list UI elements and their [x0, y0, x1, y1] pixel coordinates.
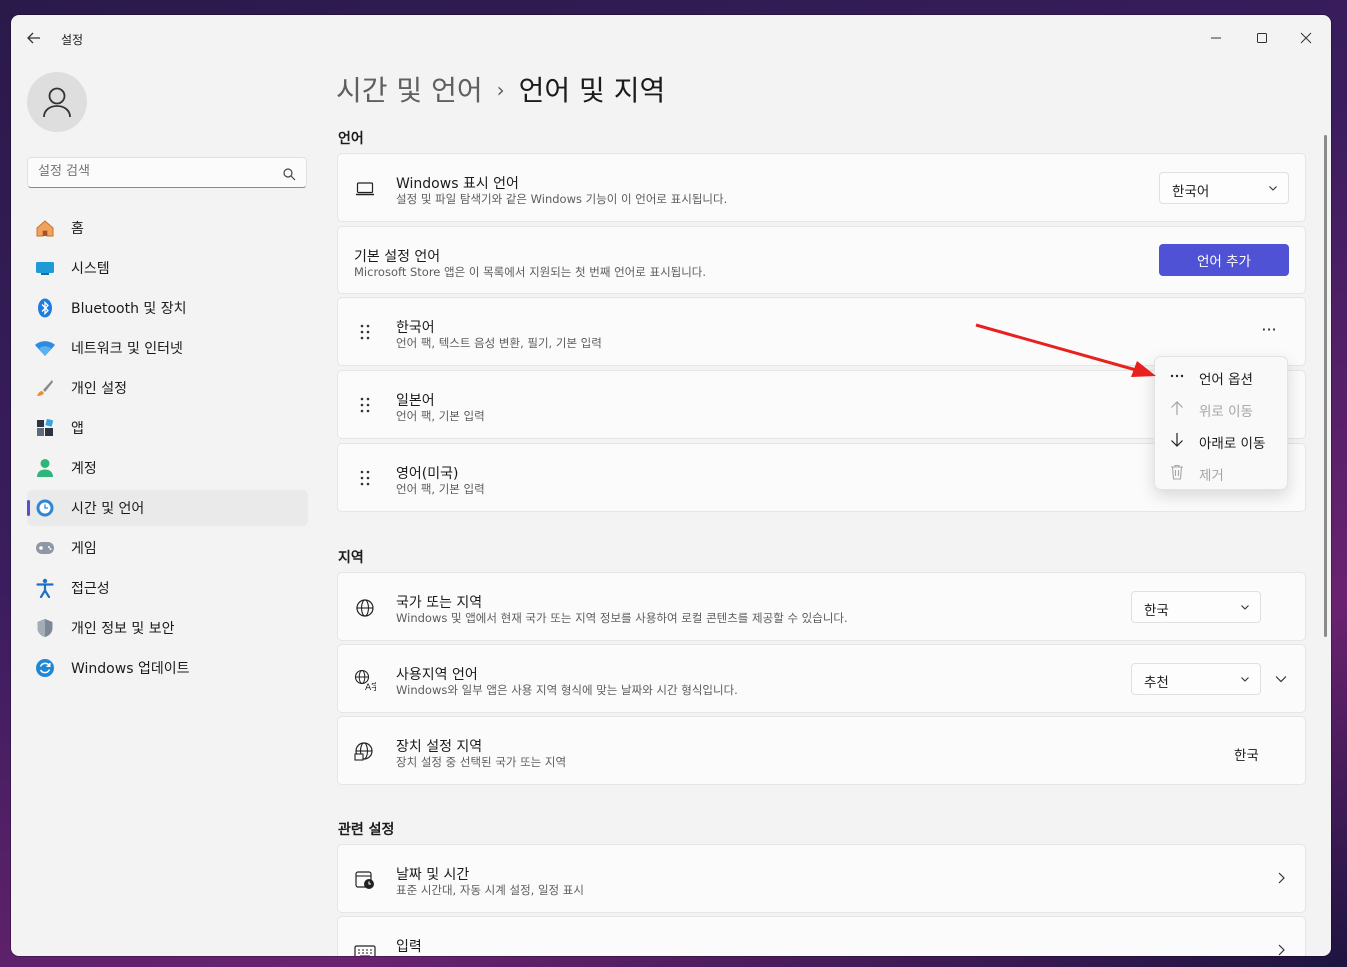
system-icon: [35, 258, 55, 278]
chevron-down-icon: [1241, 677, 1249, 682]
brush-icon: [35, 378, 55, 398]
sidebar-item-time-language[interactable]: 시간 및 언어: [27, 490, 308, 526]
time-language-icon: [35, 498, 55, 518]
country-dropdown[interactable]: 한국: [1131, 591, 1261, 623]
sidebar-item-system[interactable]: 시스템: [27, 250, 308, 286]
menu-item-move-up[interactable]: 위로 이동: [1159, 393, 1285, 423]
gamepad-icon: [35, 538, 55, 558]
settings-window: 설정 홈 시스템: [11, 15, 1331, 956]
title-bar: 설정: [11, 15, 1331, 61]
sidebar-item-personalization[interactable]: 개인 설정: [27, 370, 308, 406]
breadcrumb-separator: ›: [496, 78, 505, 102]
sidebar-nav: 홈 시스템 Bluetooth 및 장치 네트워크 및 인터넷 개인 설정 앱 …: [27, 210, 308, 690]
section-region-title: 지역: [338, 550, 364, 566]
update-icon: [35, 658, 55, 678]
bluetooth-icon: [35, 298, 55, 318]
chevron-down-icon: [1269, 186, 1277, 191]
shield-icon: [35, 618, 55, 638]
device-region-value: 한국: [1234, 748, 1259, 764]
sidebar-item-home[interactable]: 홈: [27, 210, 308, 246]
minimize-button[interactable]: [1193, 23, 1239, 53]
regional-format-card[interactable]: A字 사용지역 언어 Windows와 일부 앱은 사용 지역 형식에 맞는 날…: [337, 644, 1306, 713]
sidebar-item-accessibility[interactable]: 접근성: [27, 570, 308, 606]
regional-format-dropdown[interactable]: 추천: [1131, 663, 1261, 695]
avatar[interactable]: [27, 72, 87, 132]
drag-handle-icon[interactable]: [358, 323, 372, 341]
breadcrumb: 시간 및 언어 › 언어 및 지역: [336, 69, 665, 109]
menu-item-move-down[interactable]: 아래로 이동: [1159, 425, 1285, 455]
home-icon: [35, 218, 55, 238]
sidebar-item-windows-update[interactable]: Windows 업데이트: [27, 650, 308, 686]
chevron-right-icon: [1278, 944, 1285, 956]
menu-item-language-options[interactable]: 언어 옵션: [1159, 361, 1285, 391]
keyboard-icon: [354, 941, 376, 956]
apps-icon: [35, 418, 55, 438]
calendar-clock-icon: [354, 869, 376, 891]
sidebar-item-accounts[interactable]: 계정: [27, 450, 308, 486]
scrollbar[interactable]: [1324, 135, 1327, 637]
sidebar-item-network[interactable]: 네트워크 및 인터넷: [27, 330, 308, 366]
display-language-card: Windows 표시 언어 설정 및 파일 탐색기와 같은 Windows 기능…: [337, 153, 1306, 222]
drag-handle-icon[interactable]: [358, 469, 372, 487]
input-link-card[interactable]: 입력: [337, 916, 1306, 956]
display-language-dropdown[interactable]: 한국어: [1159, 172, 1289, 204]
sidebar-item-gaming[interactable]: 게임: [27, 530, 308, 566]
user-icon: [43, 87, 71, 118]
arrow-down-icon: [1169, 432, 1185, 448]
arrow-up-icon: [1169, 400, 1185, 416]
date-time-link-card[interactable]: 날짜 및 시간 표준 시간대, 자동 시계 설정, 일정 표시: [337, 844, 1306, 913]
add-language-button[interactable]: 언어 추가: [1159, 244, 1289, 276]
search-input[interactable]: [38, 164, 268, 179]
chevron-down-icon: [1241, 605, 1249, 610]
search-icon[interactable]: [283, 166, 296, 185]
app-title: 설정: [61, 33, 84, 47]
trash-icon: [1169, 464, 1185, 480]
language-format-icon: A字: [354, 669, 376, 691]
sidebar-item-apps[interactable]: 앱: [27, 410, 308, 446]
back-arrow-icon[interactable]: [25, 29, 45, 49]
globe-device-icon: [354, 741, 376, 763]
wifi-icon: [35, 338, 55, 358]
menu-item-remove[interactable]: 제거: [1159, 457, 1285, 487]
accessibility-icon: [35, 578, 55, 598]
close-button[interactable]: [1283, 23, 1329, 53]
sidebar-item-privacy[interactable]: 개인 정보 및 보안: [27, 610, 308, 646]
country-region-card: 국가 또는 지역 Windows 및 앱에서 현재 국가 또는 지역 정보를 사…: [337, 572, 1306, 641]
globe-icon: [354, 597, 376, 619]
section-language-title: 언어: [338, 131, 364, 147]
chevron-right-icon: [1278, 872, 1285, 884]
search-box[interactable]: [27, 157, 307, 188]
more-options-button[interactable]: ···: [1250, 320, 1288, 346]
device-setup-region-card: 장치 설정 지역 장치 설정 중 선택된 국가 또는 지역 한국: [337, 716, 1306, 785]
breadcrumb-parent[interactable]: 시간 및 언어: [336, 74, 483, 107]
section-related-title: 관련 설정: [338, 822, 395, 838]
page-title: 언어 및 지역: [518, 74, 666, 107]
expand-chevron-icon[interactable]: [1274, 672, 1288, 686]
laptop-icon: [354, 178, 376, 200]
account-icon: [35, 458, 55, 478]
more-icon: [1169, 368, 1185, 384]
sidebar-item-bluetooth[interactable]: Bluetooth 및 장치: [27, 290, 308, 326]
language-context-menu: 언어 옵션 위로 이동 아래로 이동 제거: [1154, 356, 1288, 490]
preferred-languages-card: 기본 설정 언어 Microsoft Store 앱은 이 목록에서 지원되는 …: [337, 226, 1306, 294]
drag-handle-icon[interactable]: [358, 396, 372, 414]
maximize-button[interactable]: [1239, 23, 1285, 53]
svg-text:A字: A字: [365, 681, 376, 691]
